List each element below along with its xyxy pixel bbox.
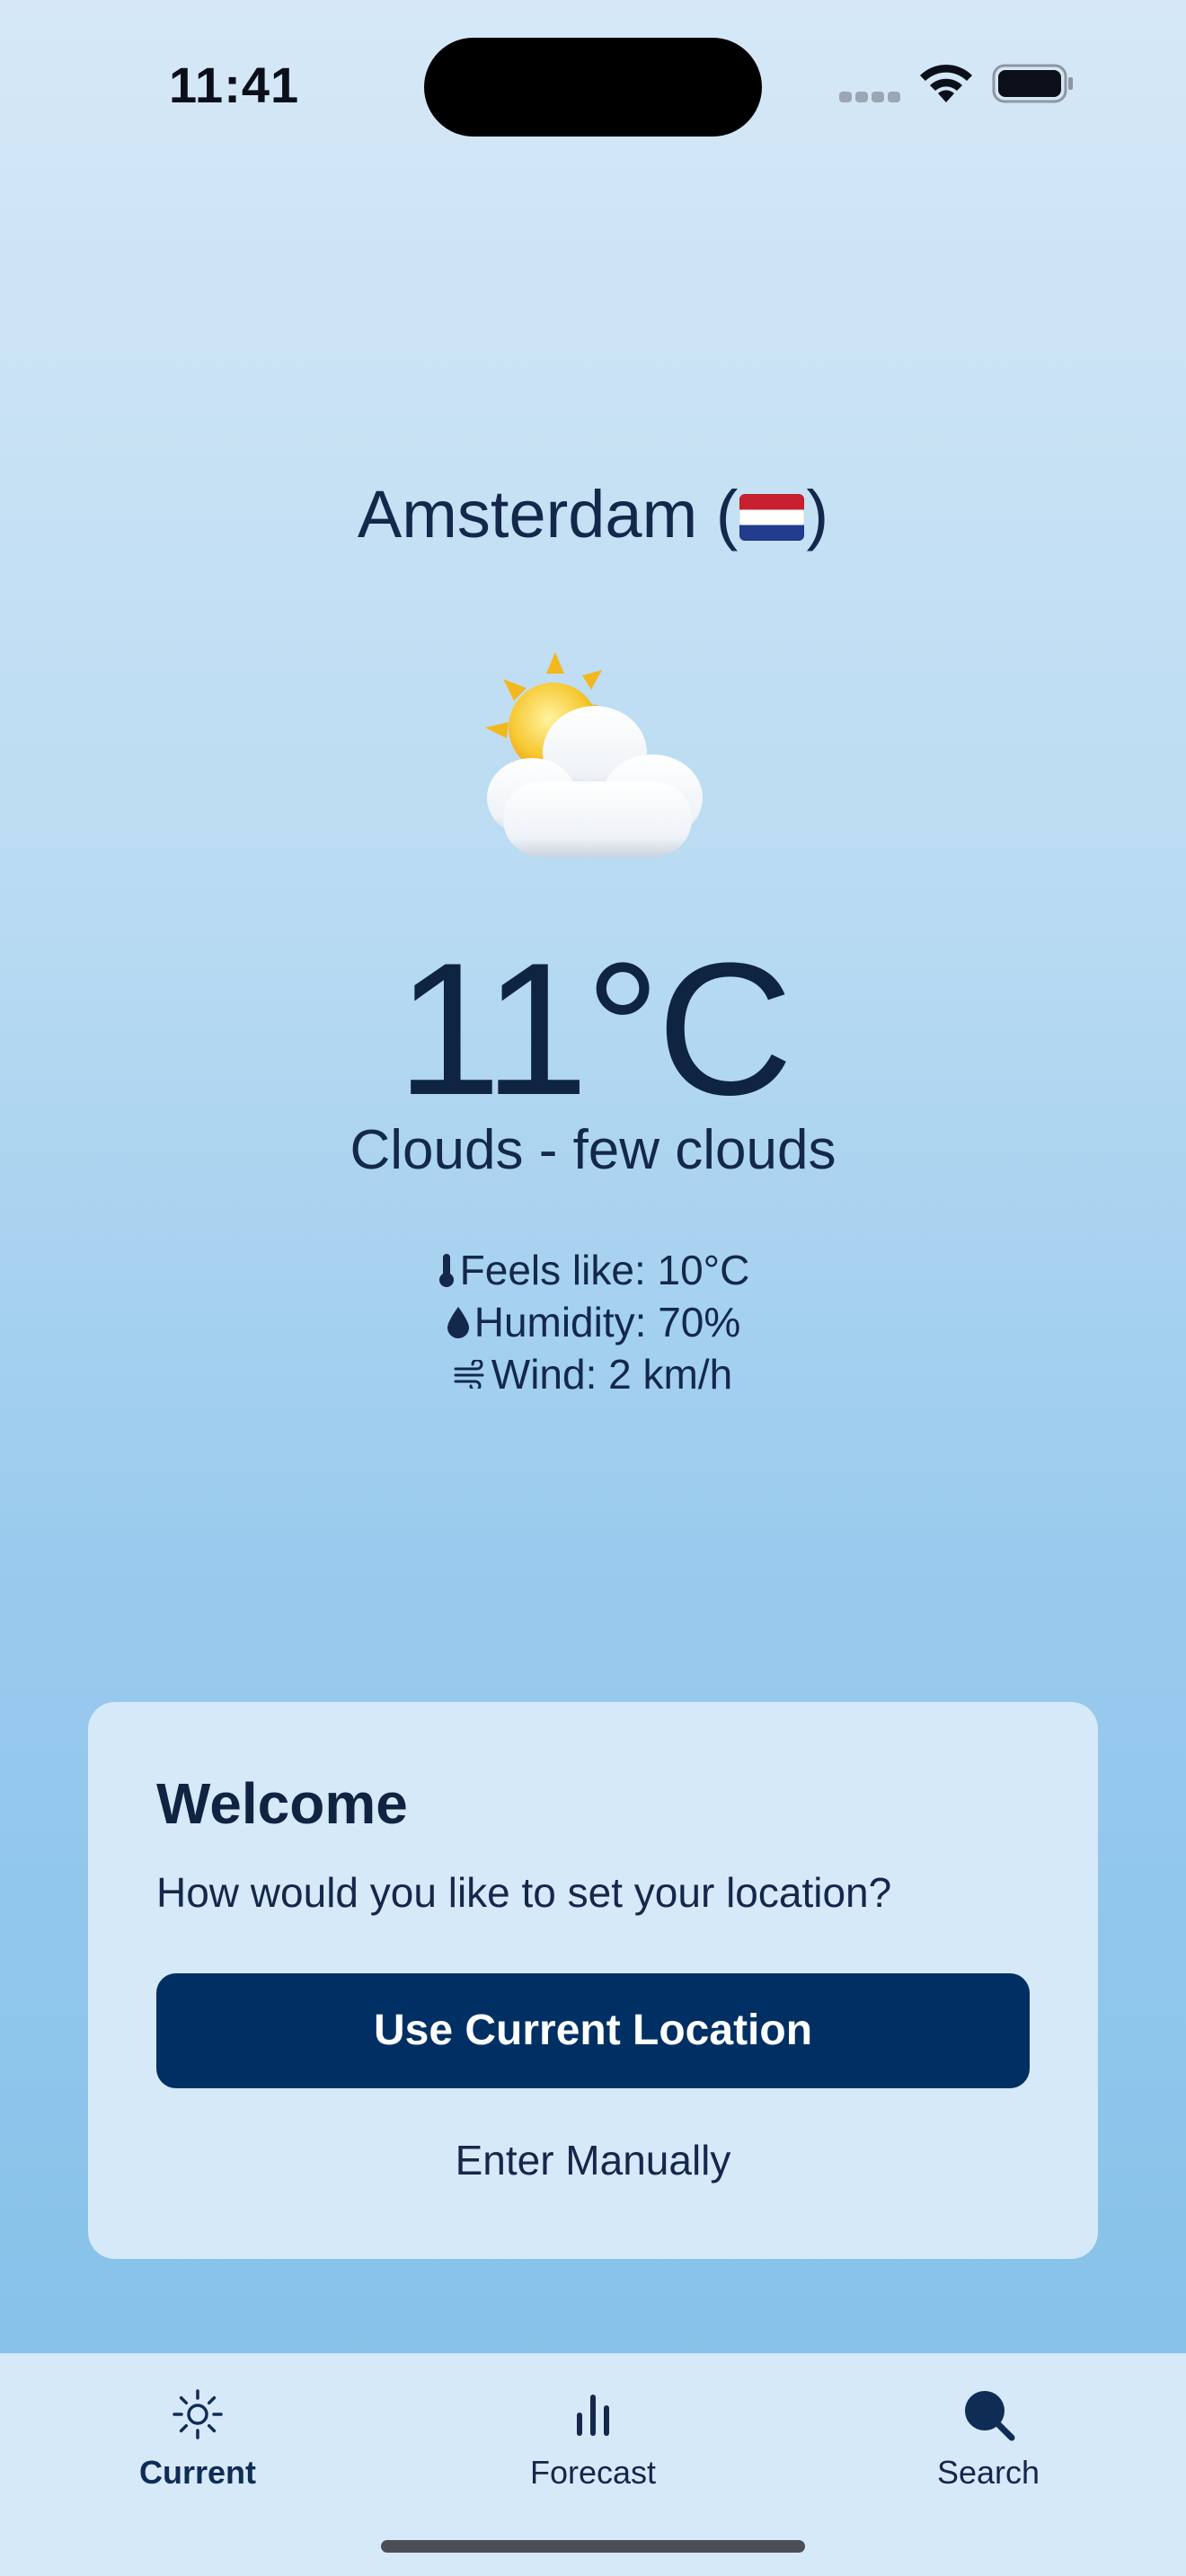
- cellular-signal-icon: [839, 92, 900, 102]
- home-indicator: [381, 2540, 805, 2553]
- tab-forecast-label: Forecast: [529, 2454, 657, 2491]
- humidity-text: Humidity: 70%: [474, 1299, 741, 1345]
- enter-manually-button[interactable]: Enter Manually: [156, 2115, 1030, 2205]
- search-icon: [965, 2391, 1015, 2441]
- wind-row: Wind: 2 km/h: [0, 1348, 1186, 1400]
- wind-icon: [454, 1360, 484, 1389]
- welcome-card: Welcome How would you like to set your l…: [88, 1702, 1098, 2259]
- wifi-icon: [920, 64, 972, 102]
- location-question: How would you like to set your location?: [156, 1869, 892, 1916]
- humidity-row: Humidity: 70%: [0, 1296, 1186, 1348]
- dynamic-island: [424, 38, 762, 137]
- tab-forecast[interactable]: Forecast: [458, 2353, 728, 2506]
- tab-current[interactable]: Current: [63, 2353, 332, 2506]
- weather-details: Feels like: 10°C Humidity: 70% Wind: 2 k…: [0, 1244, 1186, 1400]
- feels-like-row: Feels like: 10°C: [0, 1244, 1186, 1296]
- tab-search[interactable]: Search: [854, 2353, 1123, 2506]
- temperature-value: 11°C: [396, 923, 793, 1134]
- thermometer-icon: [438, 1254, 454, 1287]
- feels-like-text: Feels like: 10°C: [459, 1247, 750, 1293]
- battery-icon: [992, 64, 1073, 103]
- bar-chart-icon: [577, 2395, 609, 2436]
- tab-current-label: Current: [138, 2454, 256, 2491]
- sun-icon: [173, 2389, 223, 2439]
- tab-search-label: Search: [936, 2454, 1040, 2491]
- wind-text: Wind: 2 km/h: [491, 1351, 733, 1398]
- netherlands-flag-icon: [739, 494, 805, 541]
- droplet-icon: [447, 1307, 469, 1338]
- city-title: Amsterdam (): [0, 476, 1186, 552]
- use-current-location-button[interactable]: Use Current Location: [156, 1973, 1030, 2088]
- weather-description: Clouds - few clouds: [350, 1119, 836, 1181]
- status-bar: 11:41: [0, 0, 1186, 171]
- sun-behind-cloud-icon: [485, 652, 703, 857]
- welcome-title: Welcome: [156, 1771, 408, 1836]
- city-name: Amsterdam: [357, 477, 698, 551]
- city-flag-group: (): [715, 477, 829, 551]
- status-time: 11:41: [169, 57, 300, 113]
